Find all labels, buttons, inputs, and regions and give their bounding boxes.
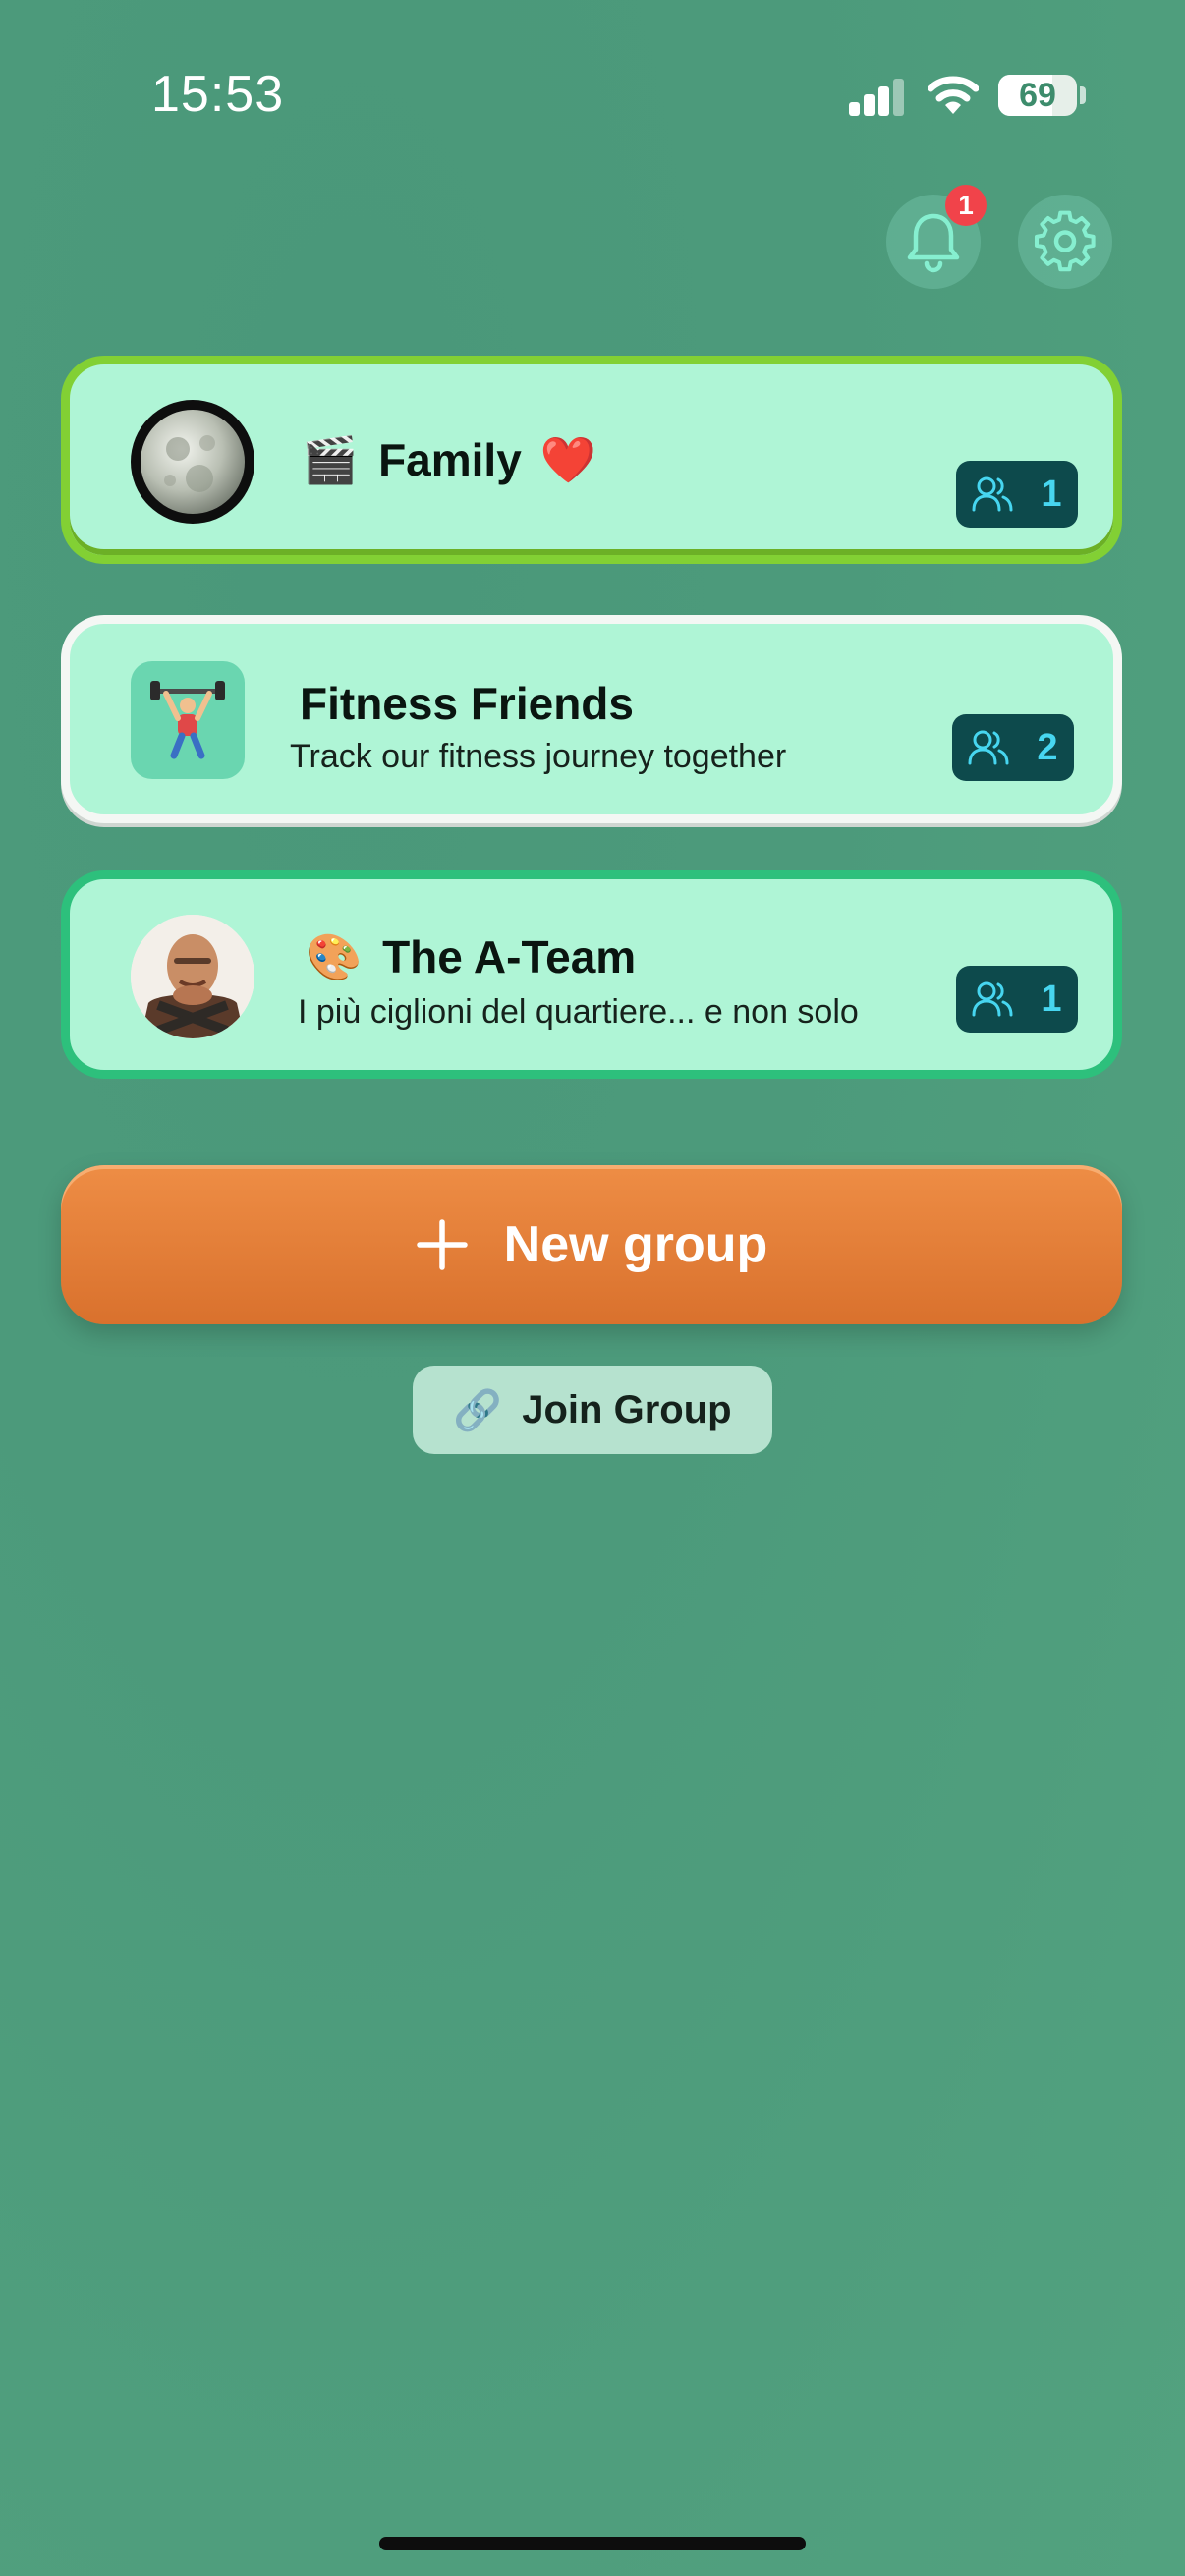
weightlifter-avatar <box>131 661 245 779</box>
group-description: Track our fitness journey together <box>290 738 787 775</box>
palette-emoji: 🎨 <box>306 930 363 983</box>
clapperboard-emoji: 🎬 <box>302 433 359 486</box>
group-card-family[interactable]: 🎬 Family ❤️ 1 <box>61 356 1122 564</box>
group-name: Fitness Friends <box>300 678 634 729</box>
moon-avatar <box>131 400 254 524</box>
home-indicator[interactable] <box>379 2537 806 2550</box>
group-card-fitness-friends[interactable]: Fitness Friends Track our fitness journe… <box>61 615 1122 823</box>
plus-icon <box>416 1219 468 1270</box>
battery-indicator: 69 <box>998 75 1077 116</box>
group-description: I più ciglioni del quartiere... e non so… <box>298 993 859 1031</box>
member-count: 2 <box>1037 726 1058 768</box>
new-group-button[interactable]: New group <box>61 1165 1122 1324</box>
group-name: Family <box>378 434 522 485</box>
settings-button[interactable] <box>1018 195 1112 289</box>
member-count-badge: 1 <box>956 966 1078 1033</box>
character-avatar <box>131 915 254 1038</box>
battery-tip <box>1080 86 1086 104</box>
people-icon <box>972 476 1013 512</box>
group-title: 🎨 The A-Team <box>306 930 636 984</box>
join-group-button[interactable]: 🔗 Join Group <box>413 1366 772 1454</box>
link-icon: 🔗 <box>453 1387 503 1433</box>
status-time: 15:53 <box>151 66 285 123</box>
people-icon <box>968 730 1009 765</box>
member-count-badge: 1 <box>956 461 1078 528</box>
member-count: 1 <box>1041 978 1062 1020</box>
gear-icon <box>1034 210 1096 272</box>
notification-badge: 1 <box>945 185 987 226</box>
member-count: 1 <box>1041 473 1062 515</box>
wifi-icon <box>928 76 979 114</box>
group-card-the-a-team[interactable]: 🎨 The A-Team I più ciglioni del quartier… <box>61 870 1122 1079</box>
cellular-signal-icon <box>849 79 906 116</box>
new-group-label: New group <box>503 1216 768 1273</box>
people-icon <box>972 981 1013 1017</box>
group-title: 🎬 Family ❤️ <box>302 433 604 487</box>
battery-percent: 69 <box>1019 77 1056 114</box>
join-group-label: Join Group <box>522 1387 732 1431</box>
member-count-badge: 2 <box>952 714 1074 781</box>
group-name: The A-Team <box>382 931 637 982</box>
heart-emoji: ❤️ <box>539 433 596 486</box>
